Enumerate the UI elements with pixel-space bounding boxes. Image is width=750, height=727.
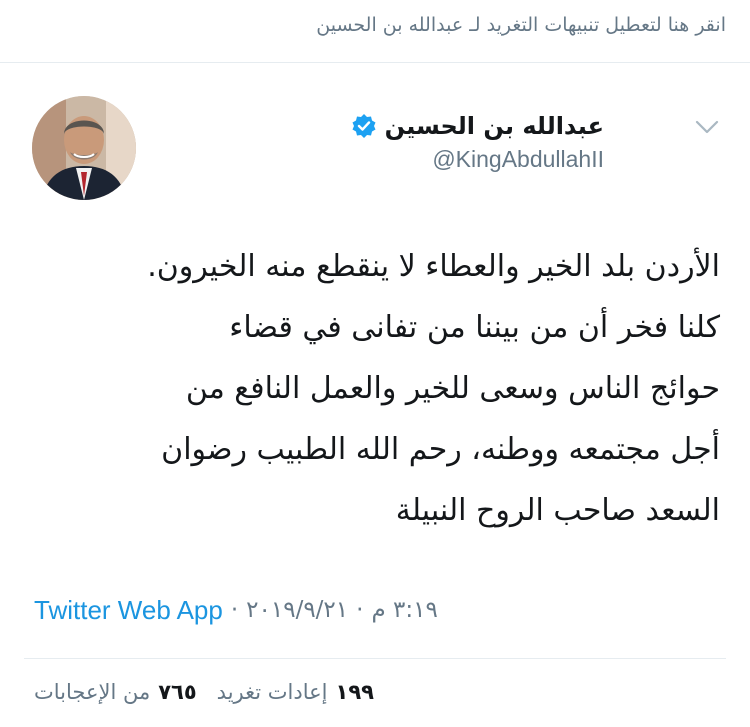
tweet-date[interactable]: ٢٠١٩/٩/٢١ <box>246 597 348 623</box>
stats-divider <box>24 658 726 659</box>
retweets-count: ١٩٩ <box>335 680 374 704</box>
tweet-line: حوائج الناس وسعى للخير والعمل النافع من <box>185 371 720 406</box>
source-app-link[interactable]: Twitter Web App <box>34 595 223 626</box>
verified-badge-icon <box>352 114 376 138</box>
chevron-down-icon[interactable] <box>692 112 722 142</box>
meta-separator: · <box>230 597 239 623</box>
tweet-time[interactable]: ٣:١٩ م <box>371 597 437 623</box>
author-name-row: عبدالله بن الحسين <box>304 108 604 144</box>
author-display-name[interactable]: عبدالله بن الحسين <box>385 112 604 140</box>
author-avatar[interactable] <box>32 96 136 200</box>
retweets-label: إعادات تغريد <box>216 680 328 704</box>
likes-label: من الإعجابات <box>34 680 151 704</box>
tweet-line: السعد صاحب الروح النبيلة <box>395 493 720 528</box>
retweets-stat[interactable]: ١٩٩ إعادات تغريد <box>217 680 374 704</box>
tweet-stats: ١٩٩ إعادات تغريد ٧٦٥ من الإعجابات <box>34 680 726 704</box>
author-handle[interactable]: @KingAbdullahII <box>304 146 604 173</box>
tweet-line: أجل مجتمعه ووطنه، رحم الله الطبيب رضوان <box>161 432 720 467</box>
top-divider <box>0 62 750 63</box>
tweet-author[interactable]: عبدالله بن الحسين @KingAbdullahII <box>304 108 604 173</box>
meta-separator: · <box>356 597 364 623</box>
tweet-meta: Twitter Web App · ٢٠١٩/٩/٢١ · ٣:١٩ م <box>34 590 438 630</box>
notification-toggle-banner[interactable]: انقر هنا لتعطيل تنبيهات التغريد لـ عبدال… <box>24 8 726 42</box>
tweet-text: الأردن بلد الخير والعطاء لا ينقطع منه ال… <box>30 236 720 541</box>
likes-stat[interactable]: ٧٦٥ من الإعجابات <box>34 680 197 704</box>
likes-count: ٧٦٥ <box>158 680 197 704</box>
profile-photo-icon <box>32 96 136 200</box>
tweet-line: كلنا فخر أن من بيننا من تفانى في قضاء <box>229 310 720 345</box>
tweet-line: الأردن بلد الخير والعطاء لا ينقطع منه ال… <box>147 249 720 284</box>
